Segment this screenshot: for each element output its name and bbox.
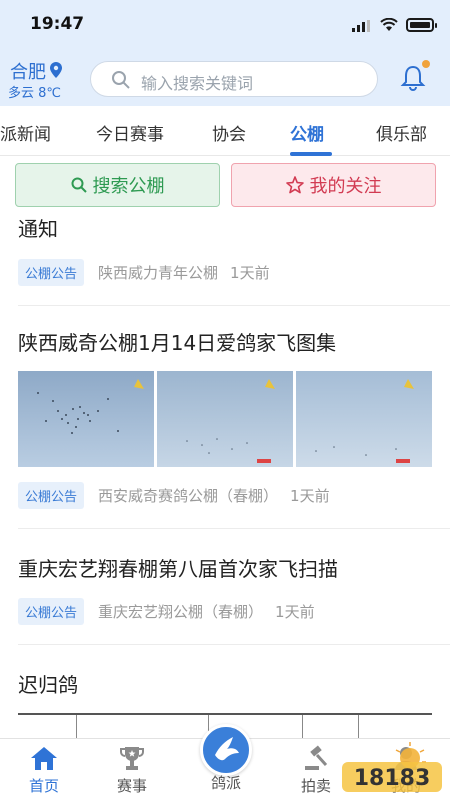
my-follows-label: 我的关注 [309,176,382,197]
search-icon [71,177,87,193]
divider [18,644,450,645]
nav-races[interactable]: 赛事 [102,745,162,796]
nav-home[interactable]: 首页 [14,745,74,796]
search-placeholder: 输入搜索关键词 [141,74,254,93]
weather-text: 多云 8℃ [8,86,62,101]
photo-thumbnail[interactable] [157,371,293,467]
category-tag: 公棚公告 [18,597,85,625]
tab-association[interactable]: 协会 [212,120,246,145]
site-watermark-logo: 18183 [342,742,442,792]
feed-item-title[interactable]: 陕西威奇公棚1月14日爱鸽家飞图集 [18,327,336,356]
notification-dot [422,60,430,68]
nav-label: 赛事 [116,777,147,795]
feed-item-title[interactable]: 通知 [18,213,58,242]
publish-time: 1天前 [230,263,270,282]
feed-item-title[interactable]: 重庆宏艺翔春棚第八届首次家飞扫描 [18,553,338,582]
location-pin-icon [50,62,62,78]
nav-dove-button[interactable] [200,724,252,776]
category-tabs: 派新闻 今日赛事 协会 公棚 俱乐部 [0,106,450,156]
source-name[interactable]: 西安威奇赛鸽公棚（春棚） [98,485,278,506]
nav-label: 首页 [28,777,59,795]
source-name[interactable]: 重庆宏艺翔公棚（春棚） [98,601,263,622]
trophy-icon [120,747,144,770]
nav-dove-label[interactable]: 鸽派 [196,772,256,793]
publish-time: 1天前 [275,602,315,621]
wifi-icon [380,18,398,31]
cellular-signal-icon [352,20,370,32]
feed-item-meta: 公棚公告 陕西威力青年公棚 1天前 [18,258,270,286]
nav-label: 拍卖 [300,777,331,795]
search-icon [112,71,130,89]
feed-item-meta: 公棚公告 重庆宏艺翔公棚（春棚） 1天前 [18,597,315,625]
dove-icon [215,737,239,761]
category-tag: 公棚公告 [18,481,85,509]
search-input[interactable]: 输入搜索关键词 [90,61,378,97]
gavel-icon [305,745,328,770]
city-name[interactable]: 合肥 [10,58,46,84]
source-name[interactable]: 陕西威力青年公棚 [98,262,218,283]
tab-lofts[interactable]: 公棚 [290,120,324,145]
photo-thumbnail[interactable] [18,371,154,467]
divider [18,528,450,529]
tab-clubs[interactable]: 俱乐部 [376,120,427,145]
my-follows-button[interactable]: 我的关注 [231,163,436,207]
search-lofts-label: 搜索公棚 [92,176,165,197]
nav-auction[interactable]: 拍卖 [286,745,346,796]
photo-thumbnail[interactable] [296,371,432,467]
tab-today-races[interactable]: 今日赛事 [96,120,164,145]
search-lofts-button[interactable]: 搜索公棚 [15,163,220,207]
category-tag: 公棚公告 [18,258,85,286]
star-icon [285,176,304,194]
tab-news[interactable]: 派新闻 [0,120,51,145]
active-tab-indicator [290,152,332,156]
app-header: 19:47 合肥 多云 8℃ 输入搜索关键词 [0,0,450,106]
bell-icon[interactable] [400,64,426,92]
home-icon [31,747,57,770]
watermark-text: 18183 [354,766,431,791]
feed-item-meta: 公棚公告 西安威奇赛鸽公棚（春棚） 1天前 [18,481,330,509]
divider [18,305,450,306]
battery-icon [406,18,437,32]
feed-item-title[interactable]: 迟归鸽 [18,669,78,698]
publish-time: 1天前 [290,486,330,505]
status-bar: 19:47 [0,0,450,50]
action-buttons: 搜索公棚 我的关注 [0,157,450,213]
status-time: 19:47 [30,14,85,34]
news-feed: 通知 公棚公告 陕西威力青年公棚 1天前 陕西威奇公棚1月14日爱鸽家飞图集 公… [0,213,450,738]
